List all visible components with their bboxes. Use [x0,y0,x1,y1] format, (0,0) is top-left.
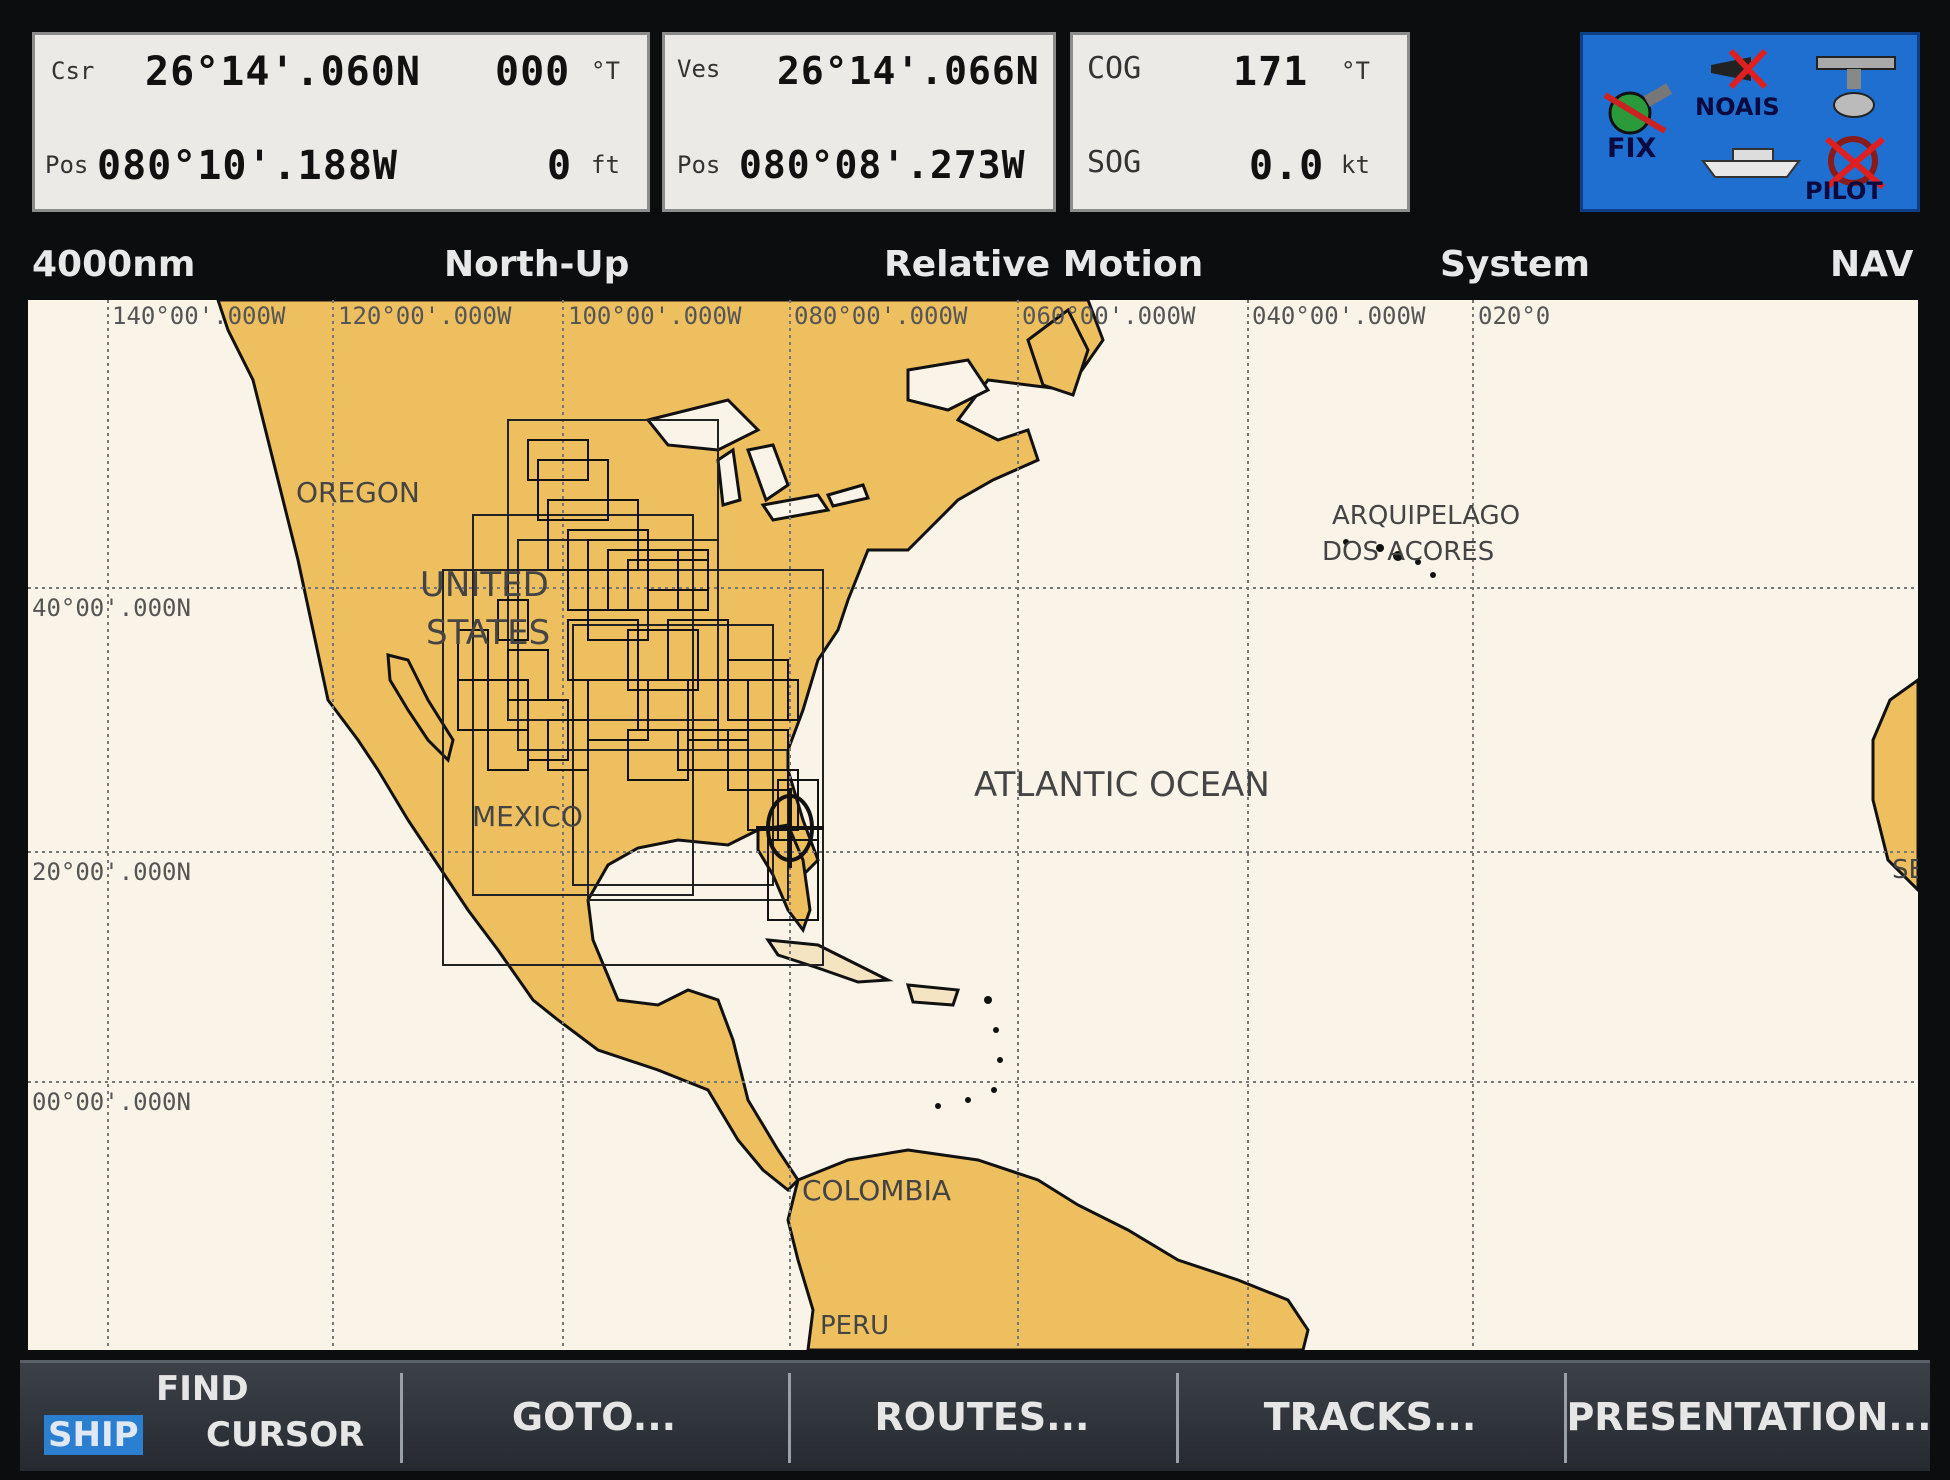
vessel-latitude: 26°14'.066N [777,49,1040,93]
tracks-button[interactable]: TRACKS... [1180,1363,1560,1471]
place-colombia: COLOMBIA [802,1174,951,1207]
ves-label: Ves [677,55,721,83]
find-label: FIND [156,1369,249,1409]
softkey-bar: SHIP FIND CURSOR GOTO... ROUTES... TRACK… [20,1360,1932,1471]
cog-unit: °T [1341,57,1370,85]
lon-label-080w: 080°00'.000W [794,302,968,330]
place-states: STATES [426,613,550,653]
nav-mode-label: NAV [1830,244,1914,285]
place-atlantic-ocean: ATLANTIC OCEAN [974,765,1270,805]
ais-icon [1711,48,1768,90]
lon-label-100w: 100°00'.000W [568,302,742,330]
cursor-latitude: 26°14'.060N [145,49,421,95]
lon-label-060w: 060°00'.000W [1022,302,1196,330]
orientation-label[interactable]: North-Up [444,244,629,285]
goto-button[interactable]: GOTO... [404,1363,784,1471]
lon-label-020w: 020°0 [1478,302,1550,330]
fix-label: FIX [1607,133,1657,164]
routes-button[interactable]: ROUTES... [792,1363,1172,1471]
place-mexico: MEXICO [472,800,583,833]
cursor-position-panel: Csr 26°14'.060N 000 °T Pos 080°10'.188W … [32,32,650,212]
vessel-longitude: 080°08'.273W [739,143,1026,187]
place-oregon: OREGON [296,476,420,509]
softkey-separator [788,1373,791,1463]
cursor-option[interactable]: CURSOR [206,1415,364,1455]
lat-label-40n: 40°00'.000N [32,594,191,622]
motion-mode-label[interactable]: Relative Motion [884,244,1203,285]
pilot-label: PILOT [1805,177,1883,205]
cursor-longitude: 080°10'.188W [97,143,398,189]
presentation-button[interactable]: PRESENTATION... [1566,1363,1931,1471]
noais-label: NOAIS [1695,93,1780,121]
cog-value: 171 [1233,49,1309,95]
place-acores-line1: ARQUIPELAGO [1332,501,1520,531]
sog-label: SOG [1087,145,1142,180]
sog-value: 0.0 [1249,143,1325,189]
system-label: System [1440,244,1590,285]
lon-label-140w: 140°00'.000W [112,302,286,330]
lat-label-00n: 00°00'.000N [32,1088,191,1116]
chart-area[interactable]: 140°00'.000W 120°00'.000W 100°00'.000W 0… [28,300,1918,1350]
softkey-separator [400,1373,403,1463]
lat-label-20n: 20°00'.000N [32,858,191,886]
softkey-separator [1176,1373,1179,1463]
range-label[interactable]: 4000nm [32,244,195,285]
sog-unit: kt [1341,151,1370,179]
find-ship-cursor-button[interactable]: SHIP FIND CURSOR [20,1363,364,1471]
boat-icon [1701,148,1801,178]
chart-mode-bar: 4000nm North-Up Relative Motion System N… [0,236,1950,298]
place-se: SE [1892,855,1918,885]
land-hispaniola [905,983,961,1007]
place-peru: PERU [820,1311,889,1341]
status-icons-panel: FIX NOAIS PILOT [1580,32,1920,212]
cursor-depth-unit: ft [591,151,620,179]
lon-label-120w: 120°00'.000W [338,302,512,330]
cursor-heading-unit: °T [591,57,620,85]
course-speed-panel: COG 171 °T SOG 0.0 kt [1070,32,1410,212]
cursor-depth: 0 [547,143,573,189]
ship-option[interactable]: SHIP [44,1415,143,1455]
lon-label-040w: 040°00'.000W [1252,302,1426,330]
place-acores-line2: DOS ACORES [1322,537,1494,567]
vessel-position-panel: Ves 26°14'.066N Pos 080°08'.273W [662,32,1056,212]
cursor-heading: 000 [495,49,571,95]
cog-label: COG [1087,51,1142,86]
csr-label: Csr [51,57,95,85]
csr-pos-label: Pos [45,151,89,179]
ves-pos-label: Pos [677,151,721,179]
radar-icon [1816,56,1896,118]
place-united: UNITED [420,565,549,605]
chart-svg[interactable]: 140°00'.000W 120°00'.000W 100°00'.000W 0… [28,300,1918,1350]
